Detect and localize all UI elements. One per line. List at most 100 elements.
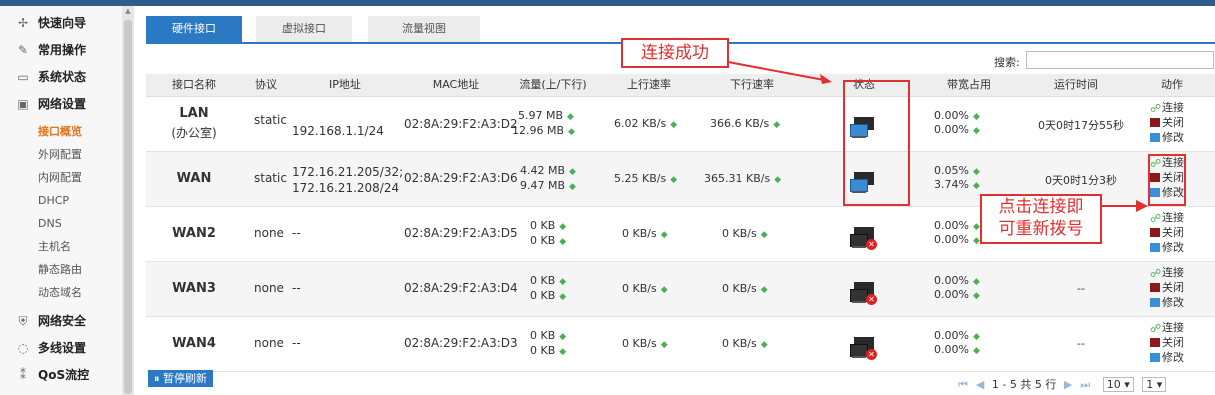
up-rate: 0 KB/s ◆ — [622, 282, 668, 295]
up-rate: 5.25 KB/s ◆ — [614, 172, 678, 185]
arrow-up-icon: ◆ — [773, 120, 781, 130]
mac-address: 02:8A:29:F2:A3:D6 — [404, 171, 518, 185]
sidebar-sub-wan-config[interactable]: 外网配置 — [38, 145, 82, 165]
last-page-icon[interactable]: ⏭ — [1080, 378, 1090, 391]
connect-button[interactable]: ☍连接 — [1150, 210, 1210, 225]
sidebar-item-multiline[interactable]: ◌ 多线设置 — [0, 335, 120, 361]
col-up-rate: 上行速率 — [627, 78, 671, 91]
edit-button[interactable]: 修改 — [1150, 130, 1210, 145]
shield-icon: ⛨ — [18, 314, 28, 328]
multiline-icon: ◌ — [17, 341, 29, 355]
traffic-up: 5.97 MB ◆ — [518, 109, 574, 122]
page-number-select[interactable]: 1 ▾ — [1142, 377, 1167, 392]
uptime: -- — [1077, 282, 1085, 295]
table-row: WAN4 none -- 02:8A:29:F2:A3:D3 0 KB ◆ 0 K… — [146, 317, 1215, 372]
bandwidth-up: 0.00% ◆ — [934, 109, 980, 122]
sidebar-sub-static-route[interactable]: 静态路由 — [38, 260, 82, 280]
mac-address: 02:8A:29:F2:A3:D4 — [404, 281, 518, 295]
search-input[interactable] — [1026, 51, 1214, 69]
edit-icon — [1150, 243, 1160, 252]
pagination: ⏮ ◀ 1 - 5 共 5 行 ▶ ⏭ 10 ▾ 1 ▾ — [954, 376, 1167, 392]
connect-button[interactable]: ☍连接 — [1150, 265, 1210, 280]
close-button[interactable]: 关闭 — [1150, 225, 1210, 240]
wizard-icon: ✢ — [17, 16, 29, 30]
close-button[interactable]: 关闭 — [1150, 280, 1210, 295]
sidebar-item-label: 网络安全 — [38, 314, 87, 328]
next-page-icon[interactable]: ▶ — [1064, 378, 1072, 391]
ip-address: -- — [292, 281, 301, 295]
sidebar-item-label: 快速向导 — [38, 16, 87, 30]
sidebar-sub-interface-overview[interactable]: 接口概览 — [38, 122, 82, 142]
edit-icon — [1150, 353, 1160, 362]
annotation-redial-line1: 点击连接即 — [998, 197, 1084, 217]
connect-button[interactable]: ☍连接 — [1150, 100, 1210, 115]
sidebar-sub-dhcp[interactable]: DHCP — [38, 191, 69, 211]
interface-name: WAN — [176, 171, 212, 186]
sidebar-sub-ddns[interactable]: 动态域名 — [38, 283, 82, 303]
tab-virtual-interface[interactable]: 虚拟接口 — [256, 16, 352, 42]
mac-address: 02:8A:29:F2:A3:D3 — [404, 336, 518, 350]
sidebar-item-network-security[interactable]: ⛨ 网络安全 — [0, 308, 120, 334]
protocol: none — [254, 226, 284, 240]
wrench-icon: ✎ — [17, 43, 29, 57]
interface-name: WAN2 — [172, 226, 216, 241]
main-panel: 硬件接口 虚拟接口 流量视图 搜索: 接口名称 协议 IP地址 MAC地址 流量… — [146, 6, 1215, 395]
protocol: none — [254, 281, 284, 295]
traffic-up: 0 KB ◆ — [530, 219, 567, 232]
arrow-up-icon: ◆ — [567, 112, 574, 122]
sidebar-item-quick-wizard[interactable]: ✢ 快速向导 — [0, 10, 120, 36]
protocol: none — [254, 336, 284, 350]
sidebar-item-common-ops[interactable]: ✎ 常用操作 — [0, 37, 120, 63]
col-interface-name: 接口名称 — [172, 78, 216, 91]
sidebar-sub-dns[interactable]: DNS — [38, 214, 62, 234]
sidebar-sub-hostname[interactable]: 主机名 — [38, 237, 71, 257]
edit-button[interactable]: 修改 — [1150, 240, 1210, 255]
close-button[interactable]: 关闭 — [1150, 335, 1210, 350]
up-rate: 0 KB/s ◆ — [622, 227, 668, 240]
interface-name: LAN — [179, 106, 209, 121]
connect-button[interactable]: ☍连接 — [1150, 320, 1210, 335]
interface-alias: (办公室) — [171, 126, 217, 140]
first-page-icon[interactable]: ⏮ — [958, 378, 968, 391]
bandwidth-down: 0.00% ◆ — [934, 343, 980, 356]
col-action: 动作 — [1161, 78, 1183, 91]
close-button[interactable]: 关闭 — [1150, 115, 1210, 130]
search-label: 搜索: — [994, 56, 1020, 69]
prev-page-icon[interactable]: ◀ — [976, 378, 984, 391]
connect-icon: ☍ — [1150, 322, 1162, 335]
sidebar-item-qos[interactable]: ⁑ QoS流控 — [0, 362, 120, 388]
bandwidth-down: 0.00% ◆ — [934, 288, 980, 301]
scroll-up-icon[interactable]: ▲ — [124, 7, 132, 15]
protocol: static — [254, 171, 287, 185]
edit-button[interactable]: 修改 — [1150, 350, 1210, 365]
interface-name: WAN3 — [172, 281, 216, 296]
row-actions: ☍连接 关闭 修改 — [1150, 265, 1210, 310]
traffic-up: 0 KB ◆ — [530, 329, 567, 342]
sidebar-scroll-thumb[interactable] — [124, 20, 132, 394]
connect-icon: ☍ — [1150, 102, 1162, 115]
sidebar-sub-lan-config[interactable]: 内网配置 — [38, 168, 82, 188]
annotation-redial: 点击连接即 可重新拨号 — [980, 194, 1102, 244]
page-size-select[interactable]: 10 ▾ — [1102, 377, 1134, 392]
sidebar-item-label: 网络设置 — [38, 97, 87, 111]
col-ip: IP地址 — [329, 78, 361, 91]
tab-hardware-interface[interactable]: 硬件接口 — [146, 16, 242, 42]
pause-icon: ⏸ — [154, 372, 163, 385]
bandwidth-up: 0.00% ◆ — [934, 219, 980, 232]
down-rate: 365.31 KB/s ◆ — [704, 172, 782, 185]
status-highlight-box — [843, 80, 910, 206]
tab-traffic-view[interactable]: 流量视图 — [368, 16, 480, 42]
edit-button[interactable]: 修改 — [1150, 295, 1210, 310]
sidebar-item-system-status[interactable]: ▭ 系统状态 — [0, 64, 120, 90]
bandwidth-up: 0.05% ◆ — [934, 164, 980, 177]
edit-icon — [1150, 298, 1160, 307]
sidebar-item-network-settings[interactable]: ▣ 网络设置 — [0, 91, 120, 117]
row-actions: ☍连接 关闭 修改 — [1150, 210, 1210, 255]
protocol: static — [254, 113, 287, 127]
network-icon: ▣ — [17, 97, 29, 111]
uptime: -- — [1077, 337, 1085, 350]
sidebar-item-label: 常用操作 — [38, 43, 87, 57]
row-actions: ☍连接 关闭 修改 — [1150, 100, 1210, 145]
down-rate: 0 KB/s ◆ — [722, 282, 768, 295]
pause-refresh-button[interactable]: ⏸ 暂停刷新 — [148, 370, 213, 387]
